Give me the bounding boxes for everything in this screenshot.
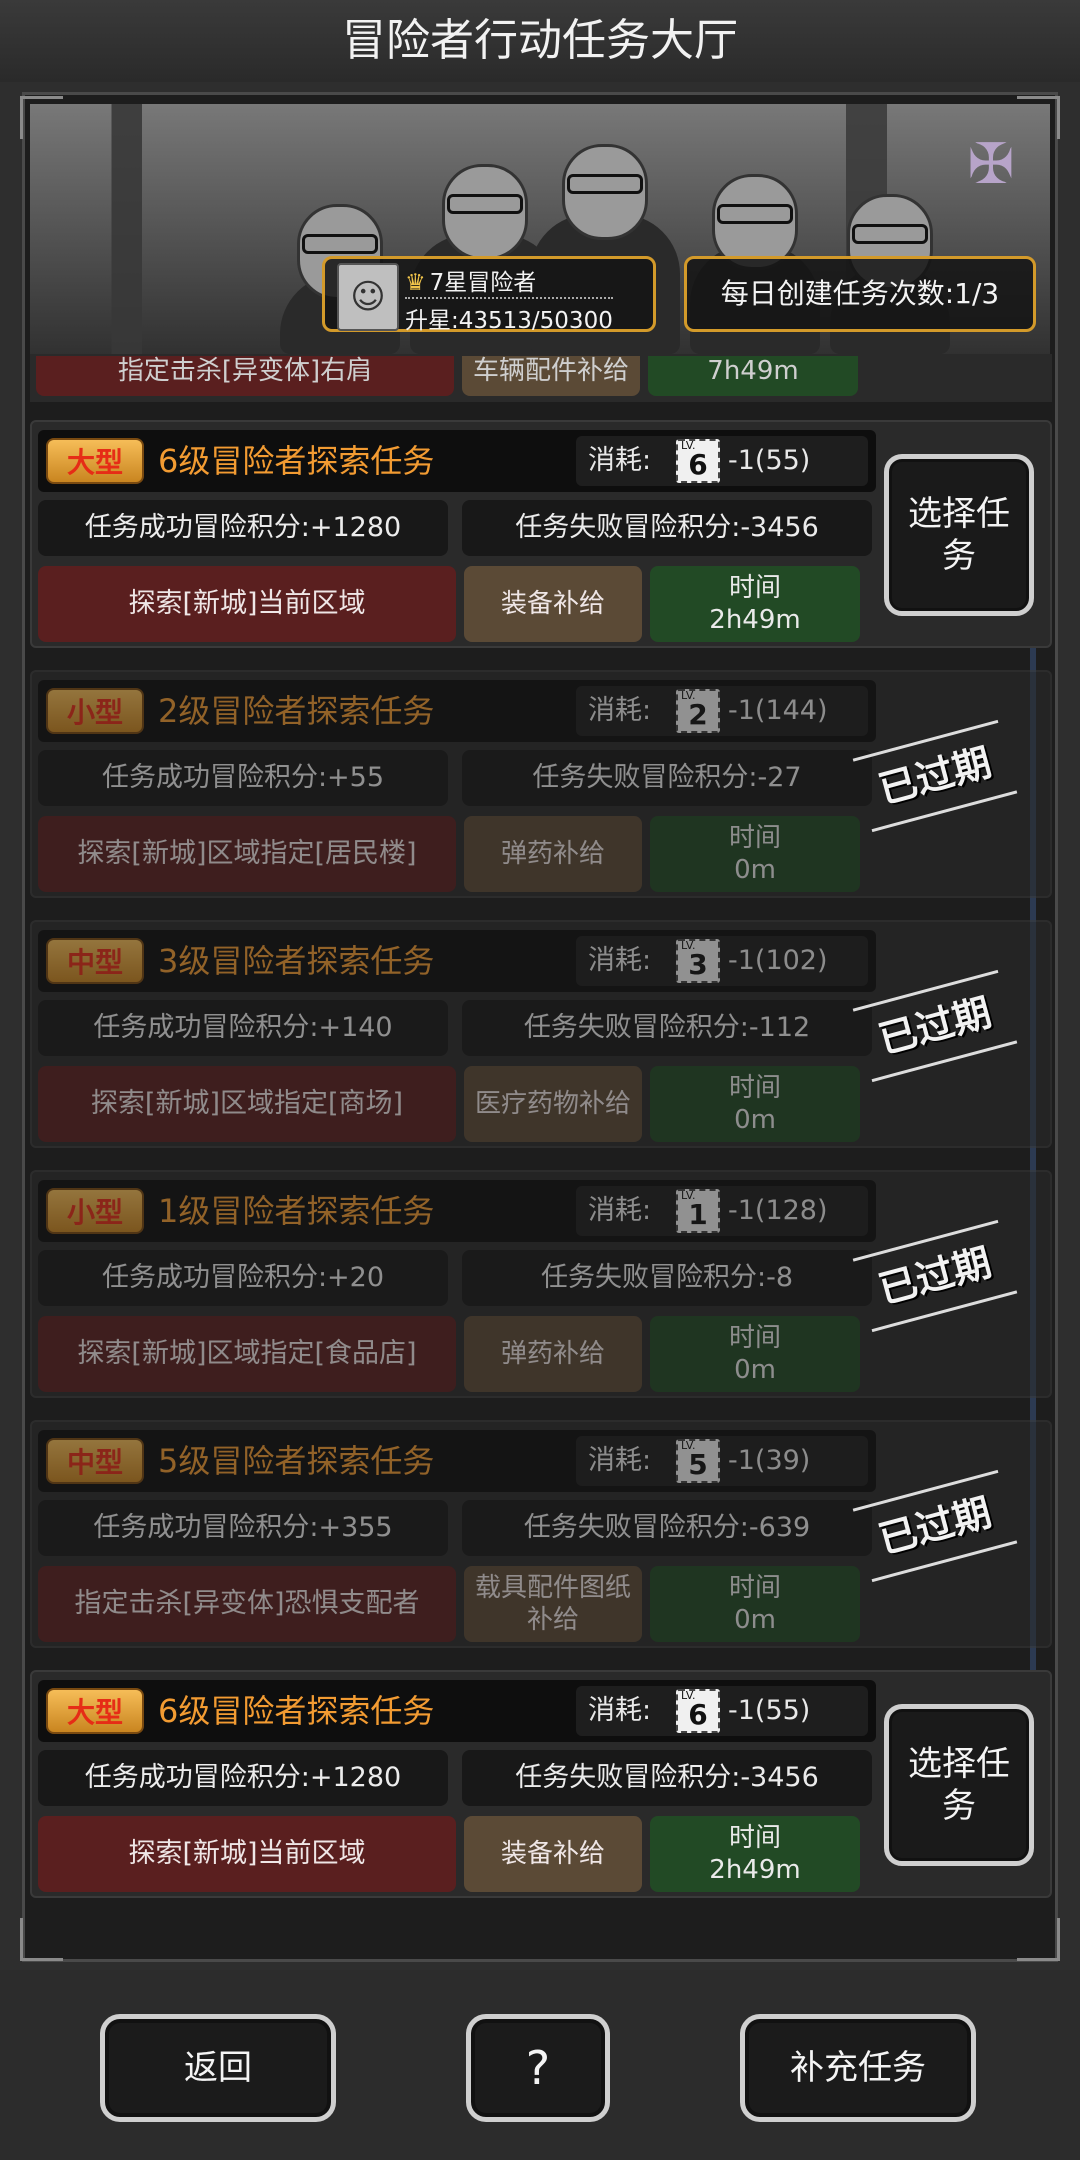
mission-list[interactable]: 指定击杀[异变体]右肩 车辆配件补给 7h49m 大型 6级冒险者探索任务 消耗… — [0, 354, 1080, 1914]
mission-supply: 弹药补给 — [464, 816, 642, 892]
crown-icon: ♛ — [405, 270, 426, 296]
success-points: 任务成功冒险积分:+55 — [38, 750, 448, 806]
mission-area: 指定击杀[异变体]恐惧支配者 — [38, 1566, 456, 1642]
mission-time: 时间 0m — [650, 1566, 860, 1642]
mission-supply: 装备补给 — [464, 1816, 642, 1892]
mission-area: 探索[新城]区域指定[商场] — [38, 1066, 456, 1142]
mission-area: 探索[新城]当前区域 — [38, 1816, 456, 1892]
select-mission-button[interactable]: 选择任务 — [884, 1704, 1034, 1866]
mission-size-tag: 小型 — [46, 1188, 144, 1234]
mission-time: 时间 2h49m — [650, 1816, 860, 1892]
success-points: 任务成功冒险积分:+1280 — [38, 500, 448, 556]
mission-size-tag: 小型 — [46, 688, 144, 734]
mission-title: 5级冒险者探索任务 — [158, 1442, 435, 1480]
level-card-icon: LV. 6 — [676, 439, 720, 483]
back-button[interactable]: 返回 — [100, 2014, 336, 2122]
mission-time: 时间 0m — [650, 816, 860, 892]
mission-supply: 装备补给 — [464, 566, 642, 642]
mission-title: 2级冒险者探索任务 — [158, 692, 435, 730]
replenish-missions-button[interactable]: 补充任务 — [740, 2014, 976, 2122]
mission-card[interactable]: 大型 6级冒险者探索任务 消耗: LV. 6 -1(55) 任务成功冒险积分:+1… — [30, 1670, 1052, 1898]
rank-panel[interactable]: ☺ ♛ 7星冒险者 升星:43513/50300 — [322, 256, 656, 335]
adventurer-avatar: ☺ — [337, 263, 399, 331]
mission-title: 3级冒险者探索任务 — [158, 942, 435, 980]
frame-corner — [1017, 1918, 1060, 1961]
partial-area: 指定击杀[异变体]右肩 — [36, 356, 454, 396]
rank-progress: 升星:43513/50300 — [405, 297, 613, 335]
partial-time: 7h49m — [648, 356, 858, 396]
mission-supply: 医疗药物补给 — [464, 1066, 642, 1142]
level-card-icon: LV. 1 — [676, 1189, 720, 1233]
mission-title: 1级冒险者探索任务 — [158, 1192, 435, 1230]
partial-mission-card: 指定击杀[异变体]右肩 车辆配件补给 7h49m — [30, 354, 1052, 402]
failure-points: 任务失败冒险积分:-112 — [462, 1000, 872, 1056]
help-button[interactable]: ? — [466, 2014, 610, 2122]
faction-emblem-icon: ✠ — [967, 132, 1015, 197]
select-mission-button[interactable]: 选择任务 — [884, 454, 1034, 616]
failure-points: 任务失败冒险积分:-27 — [462, 750, 872, 806]
mission-title: 6级冒险者探索任务 — [158, 1692, 435, 1730]
failure-points: 任务失败冒险积分:-8 — [462, 1250, 872, 1306]
mission-size-tag: 大型 — [46, 1688, 144, 1734]
mission-size-tag: 中型 — [46, 1438, 144, 1484]
failure-points: 任务失败冒险积分:-3456 — [462, 500, 872, 556]
daily-quota: 每日创建任务次数:1/3 — [684, 256, 1036, 332]
bottom-bar: 返回 ? 补充任务 — [0, 1970, 1080, 2160]
mission-cost: 消耗: LV. 5 -1(39) — [576, 1436, 868, 1486]
failure-points: 任务失败冒险积分:-639 — [462, 1500, 872, 1556]
mission-cost: 消耗: LV. 6 -1(55) — [576, 436, 868, 486]
success-points: 任务成功冒险积分:+1280 — [38, 1750, 448, 1806]
frame-corner — [1017, 96, 1060, 139]
mission-card[interactable]: 大型 6级冒险者探索任务 消耗: LV. 6 -1(55) 任务成功冒险积分:+1… — [30, 420, 1052, 648]
page-title: 冒险者行动任务大厅 — [0, 0, 1080, 82]
success-points: 任务成功冒险积分:+355 — [38, 1500, 448, 1556]
mission-cost: 消耗: LV. 2 -1(144) — [576, 686, 868, 736]
frame-corner — [20, 96, 63, 139]
help-map-icon: ? — [525, 2041, 551, 2095]
success-points: 任务成功冒险积分:+20 — [38, 1250, 448, 1306]
mission-time: 时间 0m — [650, 1066, 860, 1142]
mission-size-tag: 大型 — [46, 438, 144, 484]
level-card-icon: LV. 5 — [676, 1439, 720, 1483]
mission-time: 时间 0m — [650, 1316, 860, 1392]
mission-supply: 弹药补给 — [464, 1316, 642, 1392]
mission-time: 时间 2h49m — [650, 566, 860, 642]
mission-supply: 载具配件图纸补给 — [464, 1566, 642, 1642]
frame-corner — [20, 1918, 63, 1961]
success-points: 任务成功冒险积分:+140 — [38, 1000, 448, 1056]
level-card-icon: LV. 6 — [676, 1689, 720, 1733]
mission-area: 探索[新城]区域指定[居民楼] — [38, 816, 456, 892]
level-card-icon: LV. 2 — [676, 689, 720, 733]
mission-title: 6级冒险者探索任务 — [158, 442, 435, 480]
mission-cost: 消耗: LV. 6 -1(55) — [576, 1686, 868, 1736]
failure-points: 任务失败冒险积分:-3456 — [462, 1750, 872, 1806]
level-card-icon: LV. 3 — [676, 939, 720, 983]
mission-size-tag: 中型 — [46, 938, 144, 984]
partial-supply: 车辆配件补给 — [462, 356, 640, 396]
mission-area: 探索[新城]区域指定[食品店] — [38, 1316, 456, 1392]
mission-cost: 消耗: LV. 1 -1(128) — [576, 1186, 868, 1236]
mission-area: 探索[新城]当前区域 — [38, 566, 456, 642]
rank-name: 7星冒险者 — [429, 270, 537, 296]
mission-cost: 消耗: LV. 3 -1(102) — [576, 936, 868, 986]
